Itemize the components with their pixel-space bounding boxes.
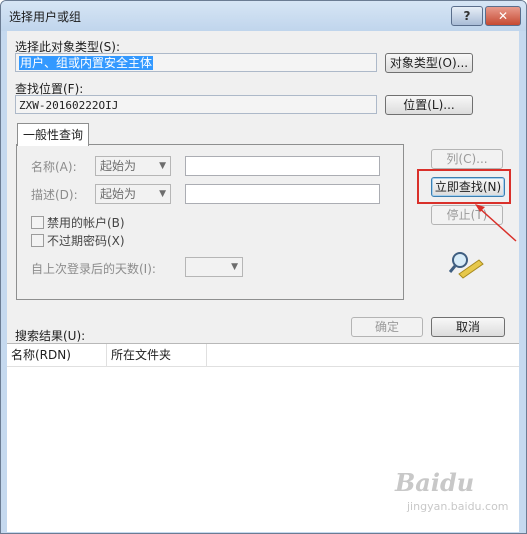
column-header-name[interactable]: 名称(RDN) xyxy=(7,344,107,366)
object-types-button[interactable]: 对象类型(O)... xyxy=(385,53,473,73)
general-query-panel: 名称(A): 起始为 ▼ 描述(D): 起始为 ▼ 禁用的帐户(B) 不过期密码… xyxy=(16,144,404,300)
watermark-brand: Baidu xyxy=(395,468,475,497)
name-match-combo[interactable]: 起始为 ▼ xyxy=(95,156,171,176)
annotation-arrow-icon xyxy=(475,204,517,242)
search-results-label: 搜索结果(U): xyxy=(15,329,86,343)
chevron-down-icon: ▼ xyxy=(159,161,166,171)
annotation-highlight-box xyxy=(417,169,511,204)
window-title: 选择用户或组 xyxy=(9,10,82,24)
cancel-button[interactable]: 取消 xyxy=(431,317,505,337)
days-since-login-combo[interactable]: ▼ xyxy=(185,257,243,277)
columns-button[interactable]: 列(C)... xyxy=(431,149,503,169)
close-button[interactable]: ✕ xyxy=(485,6,521,26)
location-field[interactable]: ZXW-20160222OIJ xyxy=(15,95,377,114)
watermark-url: jingyan.baidu.com xyxy=(407,500,509,513)
results-header: 名称(RDN) 所在文件夹 xyxy=(7,344,519,367)
search-magnifier-icon xyxy=(449,252,484,279)
ok-button[interactable]: 确定 xyxy=(351,317,423,337)
disabled-accounts-checkbox[interactable] xyxy=(31,216,44,229)
non-expiring-password-label: 不过期密码(X) xyxy=(47,234,125,248)
locations-button[interactable]: 位置(L)... xyxy=(385,95,473,115)
title-bar[interactable]: 选择用户或组 ? ✕ xyxy=(1,1,526,31)
description-match-value: 起始为 xyxy=(100,187,137,201)
help-button[interactable]: ? xyxy=(451,6,483,26)
tab-general-query[interactable]: 一般性查询 xyxy=(17,123,89,146)
description-match-combo[interactable]: 起始为 ▼ xyxy=(95,184,171,204)
chevron-down-icon: ▼ xyxy=(159,189,166,199)
search-results-list[interactable]: 名称(RDN) 所在文件夹 Baidu jingyan.baidu.com xyxy=(7,343,519,532)
disabled-accounts-label: 禁用的帐户(B) xyxy=(47,216,125,230)
description-label: 描述(D): xyxy=(31,188,78,202)
chevron-down-icon: ▼ xyxy=(231,262,238,272)
dialog-window: 选择用户或组 ? ✕ 选择此对象类型(S): 用户、组或内置安全主体 对象类型(… xyxy=(0,0,527,534)
name-match-value: 起始为 xyxy=(100,159,137,173)
column-header-folder[interactable]: 所在文件夹 xyxy=(107,344,207,366)
object-type-value: 用户、组或内置安全主体 xyxy=(19,56,154,70)
dialog-client: 选择此对象类型(S): 用户、组或内置安全主体 对象类型(O)... 查找位置(… xyxy=(7,31,519,532)
name-label: 名称(A): xyxy=(31,160,77,174)
object-type-field[interactable]: 用户、组或内置安全主体 xyxy=(15,53,377,72)
days-since-login-label: 自上次登录后的天数(I): xyxy=(31,262,156,276)
name-input[interactable] xyxy=(185,156,380,176)
non-expiring-password-checkbox[interactable] xyxy=(31,234,44,247)
description-input[interactable] xyxy=(185,184,380,204)
